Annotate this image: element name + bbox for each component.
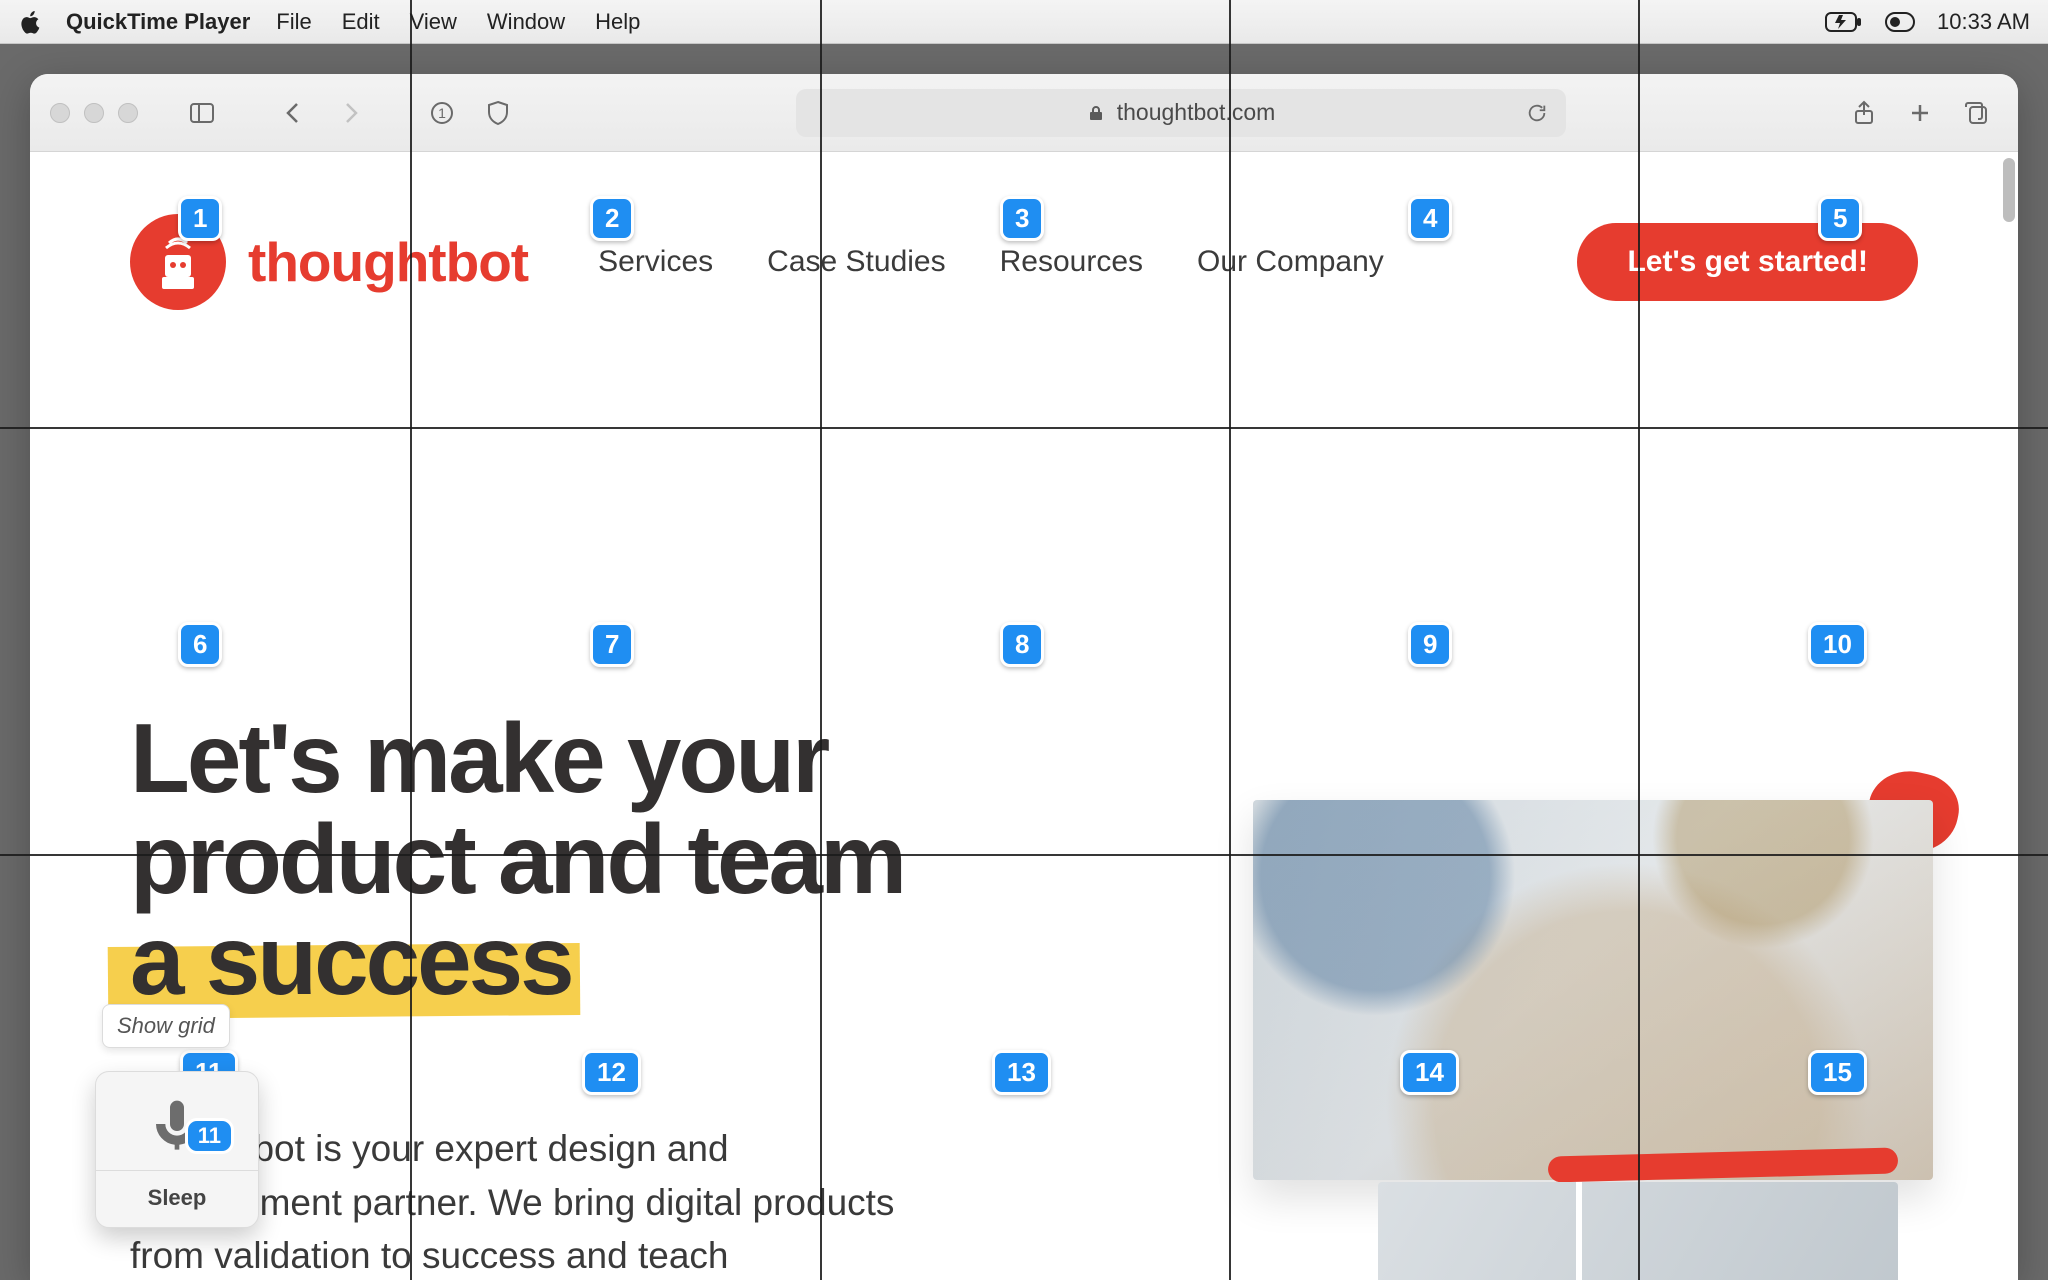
hero-line-2: product and team — [130, 804, 904, 914]
microphone-status[interactable]: 11 — [96, 1072, 258, 1170]
back-button[interactable] — [272, 91, 316, 135]
sidebar-toggle-button[interactable] — [180, 91, 224, 135]
new-tab-button[interactable] — [1898, 91, 1942, 135]
nav-our-company[interactable]: Our Company — [1197, 245, 1384, 279]
nav-case-studies[interactable]: Case Studies — [767, 245, 945, 279]
site-header: thoughtbot Services Case Studies Resourc… — [30, 152, 2018, 372]
close-window-icon[interactable] — [50, 103, 70, 123]
lock-icon — [1087, 104, 1105, 122]
hero-image — [1253, 800, 1933, 1180]
menubar-clock: 10:33 AM — [1937, 9, 2030, 35]
reload-icon[interactable] — [1526, 102, 1548, 124]
macos-menubar: QuickTime Player File Edit View Window H… — [0, 0, 2048, 44]
menu-view[interactable]: View — [410, 9, 457, 35]
hero-line-3-highlighted: a success — [130, 910, 572, 1011]
get-started-button[interactable]: Let's get started! — [1577, 223, 1918, 301]
safari-toolbar: 1 thoughtbot.com — [30, 74, 2018, 152]
tab-overview-button[interactable] — [1954, 91, 1998, 135]
shield-icon[interactable] — [476, 91, 520, 135]
window-traffic-lights[interactable] — [50, 103, 138, 123]
privacy-report-button[interactable]: 1 — [420, 91, 464, 135]
menubar-status: 10:33 AM — [1825, 9, 2030, 35]
minimize-window-icon[interactable] — [84, 103, 104, 123]
safari-window: 1 thoughtbot.com — [30, 74, 2018, 1280]
hero-headline: Let's make your product and team a succe… — [130, 708, 904, 1011]
share-button[interactable] — [1842, 91, 1886, 135]
menu-window[interactable]: Window — [487, 9, 565, 35]
url-host-label: thoughtbot.com — [1117, 99, 1276, 126]
voice-state-label[interactable]: Sleep — [96, 1170, 258, 1227]
menu-help[interactable]: Help — [595, 9, 640, 35]
hero-image-secondary — [1378, 1182, 1898, 1280]
forward-button — [328, 91, 372, 135]
voice-control-widget[interactable]: 11 Sleep — [95, 1071, 259, 1228]
brand-logo[interactable]: thoughtbot — [130, 214, 528, 310]
menu-edit[interactable]: Edit — [342, 9, 380, 35]
apple-logo-icon — [18, 9, 44, 35]
battery-icon — [1825, 11, 1863, 33]
brand-name: thoughtbot — [248, 230, 528, 294]
menu-file[interactable]: File — [276, 9, 311, 35]
address-bar[interactable]: thoughtbot.com — [796, 89, 1566, 137]
svg-text:1: 1 — [438, 105, 446, 121]
robot-logo-icon — [130, 214, 226, 310]
zoom-window-icon[interactable] — [118, 103, 138, 123]
control-center-icon[interactable] — [1885, 12, 1915, 32]
browser-frame: 1 thoughtbot.com — [0, 44, 2048, 1280]
webpage-viewport: thoughtbot Services Case Studies Resourc… — [30, 152, 2018, 1280]
menubar-app-name: QuickTime Player — [66, 9, 250, 35]
primary-nav: Services Case Studies Resources Our Comp… — [598, 245, 1384, 279]
hero-line-1: Let's make your — [130, 703, 827, 813]
nav-services[interactable]: Services — [598, 245, 713, 279]
grid-cell-badge: 11 — [185, 1118, 234, 1154]
nav-resources[interactable]: Resources — [1000, 245, 1143, 279]
tooltip-show-grid: Show grid — [102, 1004, 230, 1048]
